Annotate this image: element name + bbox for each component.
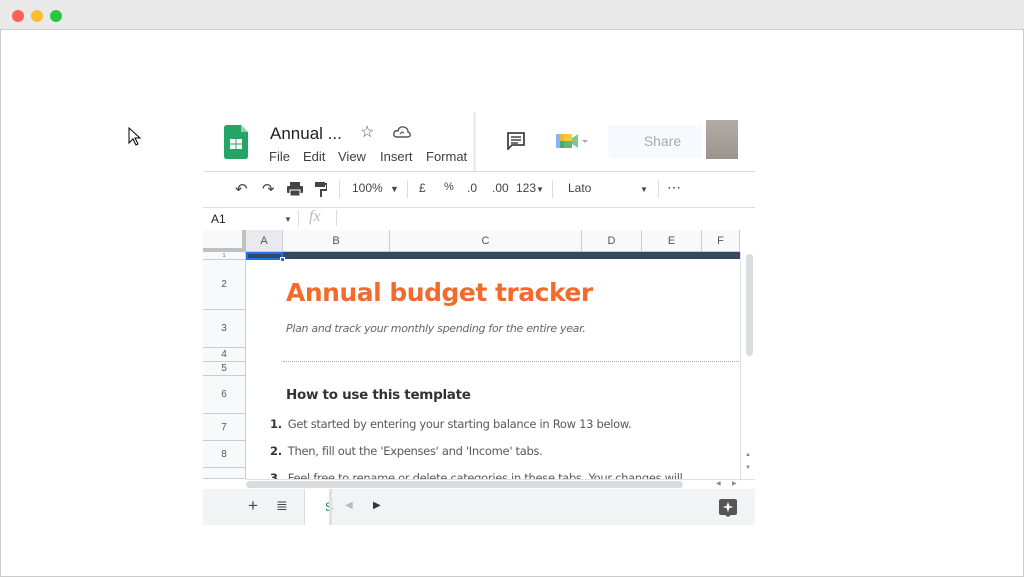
sheet-tab[interactable]: S [304,489,333,525]
menu-file[interactable]: File [269,149,290,164]
row-header-6[interactable]: 6 [203,376,246,414]
chevron-down-icon[interactable]: ▼ [284,215,292,224]
fx-icon: fx [309,208,321,225]
maximize-button[interactable] [50,10,62,22]
name-box[interactable]: A1 [211,212,226,226]
step-text: Then, fill out the 'Expenses' and 'Incom… [287,444,543,458]
scroll-up-icon[interactable]: ▲ [745,452,751,458]
chevron-down-icon: ▼ [640,185,648,194]
divider [203,171,755,172]
menu-edit[interactable]: Edit [303,149,325,164]
scroll-down-icon[interactable]: ▼ [745,465,751,471]
share-label: Share [643,133,682,149]
all-sheets-icon[interactable]: ≣ [276,497,288,514]
minimize-button[interactable] [31,10,43,22]
close-button[interactable] [12,10,24,22]
divider [407,180,408,198]
cloud-status-icon[interactable] [393,125,411,138]
step-number: 2. [270,444,282,458]
currency-button[interactable]: £ [419,181,426,195]
row-header-9[interactable] [203,468,246,479]
increase-decimal-button[interactable]: .00 [492,181,509,195]
divider [552,180,553,198]
tab-scroll-right-icon[interactable]: ▶ [373,500,381,511]
fill-handle[interactable] [280,257,285,262]
menu-view[interactable]: View [338,149,366,164]
tab-divider [329,489,332,525]
avatar[interactable] [706,120,738,159]
scroll-right-icon[interactable]: ▶ [732,480,737,487]
menu-insert[interactable]: Insert [380,149,413,164]
font-select[interactable]: Lato [568,181,591,195]
paint-format-icon[interactable] [315,182,327,197]
document-title[interactable]: Annual ... [270,124,342,144]
formula-input[interactable] [340,208,755,230]
sheet-subtitle: Plan and track your monthly spending for… [286,322,586,335]
decrease-decimal-button[interactable]: .0 [467,181,477,195]
sheet-title: Annual budget tracker [286,278,593,307]
print-icon[interactable] [287,182,303,196]
column-header-a[interactable]: A [246,230,283,252]
percent-button[interactable]: % [444,181,454,193]
row-header-4[interactable]: 4 [203,348,246,362]
selected-cell-a1[interactable] [246,252,283,260]
row-header-3[interactable]: 3 [203,310,246,348]
column-header-d[interactable]: D [582,230,642,252]
header-divider [473,112,476,171]
undo-icon[interactable]: ↶ [235,180,248,198]
dotted-divider [283,361,739,362]
vertical-scrollbar[interactable]: ▲ ▼ [740,252,755,479]
column-header-f[interactable]: F [702,230,740,252]
row-header-8[interactable]: 8 [203,441,246,468]
divider [336,210,337,226]
redo-icon[interactable]: ↷ [262,180,275,198]
row-header-1[interactable]: 1 [203,252,246,260]
vertical-scroll-thumb[interactable] [746,254,753,356]
divider [298,210,299,226]
instruction-step: 2. Then, fill out the 'Expenses' and 'Inc… [270,444,543,458]
chevron-down-icon: ▼ [536,185,544,194]
horizontal-scroll-thumb[interactable] [246,481,683,488]
select-all-corner[interactable] [203,230,246,252]
window-titlebar [0,0,1024,30]
step-text: Get started by entering your starting ba… [287,417,632,431]
horizontal-scrollbar[interactable]: ◀ ▶ [246,479,755,489]
row-header-7[interactable]: 7 [203,414,246,441]
step-text: Feel free to rename or delete categories… [287,471,683,479]
menu-format[interactable]: Format [426,149,467,164]
step-number: 1. [270,417,282,431]
star-icon[interactable]: ☆ [360,122,374,142]
divider [339,180,340,198]
divider [658,180,659,198]
explore-icon[interactable] [719,499,737,517]
meet-icon[interactable] [556,133,590,149]
row-header-2[interactable]: 2 [203,260,246,310]
section-heading: How to use this template [286,387,471,403]
step-number: 3. [270,471,282,479]
header-banner [246,252,740,259]
row-header-5[interactable]: 5 [203,362,246,376]
column-header-e[interactable]: E [642,230,702,252]
zoom-select[interactable]: 100% [352,181,383,195]
column-header-b[interactable]: B [283,230,390,252]
row-9-clip: 3. Feel free to rename or delete categori… [246,468,740,479]
add-sheet-button[interactable]: + [248,496,258,516]
comment-icon[interactable] [507,132,525,150]
mouse-cursor-icon [128,127,142,146]
number-format-button[interactable]: 123 [516,181,536,195]
sheets-logo-icon[interactable] [224,125,248,159]
instruction-step: 3. Feel free to rename or delete categori… [270,471,683,479]
chevron-down-icon[interactable]: ▼ [390,184,399,194]
instruction-step: 1. Get started by entering your starting … [270,417,632,431]
column-header-c[interactable]: C [390,230,582,252]
scroll-left-icon[interactable]: ◀ [716,480,721,487]
tab-scroll-left-icon[interactable]: ◀ [345,500,353,511]
more-icon[interactable]: ⋯ [667,179,681,196]
share-button[interactable]: Share [608,125,703,158]
